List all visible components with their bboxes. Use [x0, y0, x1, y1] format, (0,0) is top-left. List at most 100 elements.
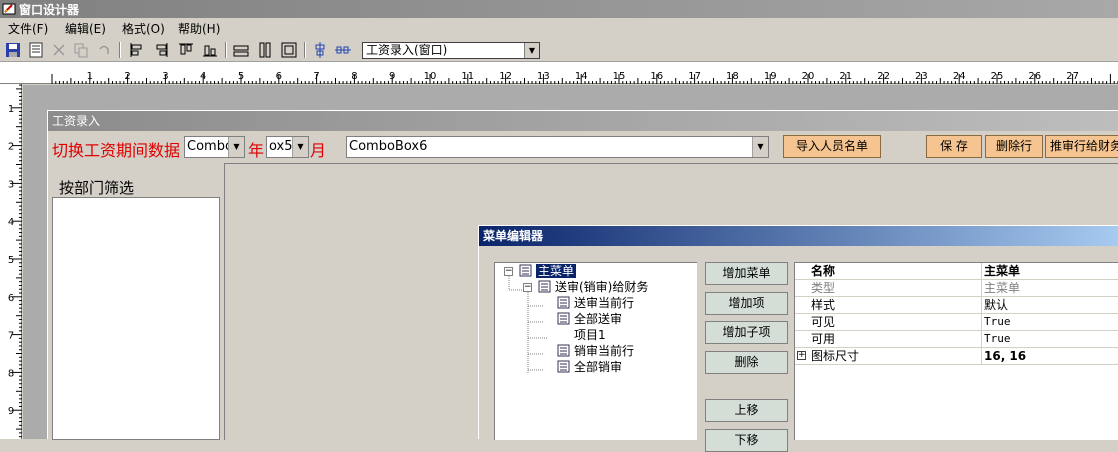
add-menu-button[interactable]: 增加菜单 — [705, 262, 788, 285]
menu-format[interactable]: 格式(O) — [120, 20, 167, 37]
ruler-label: 25 — [991, 71, 1004, 82]
chevron-down-icon[interactable]: ▼ — [752, 137, 768, 157]
tree-collapse-icon[interactable]: − — [523, 283, 532, 292]
tree-node[interactable]: 销审当前行 — [557, 343, 634, 359]
align-left-icon[interactable] — [128, 41, 146, 59]
property-row[interactable]: 样式 默认 — [795, 297, 1118, 314]
property-key: 样式 — [811, 298, 836, 312]
align-top-icon[interactable] — [177, 41, 195, 59]
cut-icon[interactable] — [50, 41, 68, 59]
property-value: True — [984, 332, 1011, 345]
menu-help[interactable]: 帮助(H) — [176, 20, 222, 37]
ruler-label: 8 — [351, 71, 357, 82]
property-divider — [981, 263, 982, 280]
delete-button[interactable]: 删除 — [705, 351, 788, 374]
property-divider — [981, 314, 982, 331]
tree-node[interactable]: 全部送审 — [557, 311, 622, 327]
property-row[interactable]: 类型 主菜单 — [795, 280, 1118, 297]
property-row[interactable]: + 图标尺寸 16, 16 — [795, 348, 1118, 365]
ruler-label: 3 — [8, 179, 14, 190]
expand-icon[interactable]: + — [797, 351, 806, 360]
tree-node[interactable]: 项目1 — [574, 327, 606, 343]
ruler-label: 26 — [1028, 71, 1041, 82]
toolbar-separator — [304, 42, 306, 58]
same-size-icon[interactable] — [280, 41, 298, 59]
menu-tree[interactable]: − − 主菜单 送审(销审)给财务 送审当前行 全部送审 项目1 销审当前行 全… — [494, 262, 697, 440]
ruler-label: 20 — [802, 71, 815, 82]
align-bottom-icon[interactable] — [201, 41, 219, 59]
copy-icon[interactable] — [72, 41, 90, 59]
window-select-value: 工资录入(窗口) — [366, 43, 448, 57]
ruler-label: 9 — [8, 406, 14, 417]
save-button[interactable]: 保 存 — [926, 135, 982, 158]
ruler-label: 2 — [124, 71, 130, 82]
chevron-down-icon[interactable]: ▼ — [228, 137, 244, 157]
menubar: 文件(F) 编辑(E) 格式(O) 帮助(H) — [0, 18, 1118, 38]
push-to-finance-button[interactable]: 推审行给财务 — [1045, 135, 1118, 158]
ruler-label: 3 — [162, 71, 168, 82]
month-combo[interactable]: ox5 ▼ — [266, 136, 309, 158]
menu-file[interactable]: 文件(F) — [6, 20, 50, 37]
property-value: 主菜单 — [984, 264, 1021, 278]
center-horizontal-icon[interactable] — [334, 41, 352, 59]
property-key: 名称 — [811, 264, 836, 278]
ruler-label: 23 — [915, 71, 928, 82]
year-combo-value: Combo — [187, 139, 233, 154]
property-grid[interactable]: 名称 主菜单 类型 主菜单 样式 默认 可见 True 可用 True + 图标… — [794, 262, 1118, 440]
department-filter-panel: 按部门筛选 — [52, 171, 220, 440]
tree-collapse-icon[interactable]: − — [504, 267, 513, 276]
property-key: 可用 — [811, 332, 836, 346]
form-title: 工资录入 — [48, 111, 1118, 131]
same-width-icon[interactable] — [232, 41, 250, 59]
month-combo-value: ox5 — [269, 139, 293, 154]
app-title-bar: 窗口设计器 — [0, 0, 1118, 18]
vertical-ruler: 1 2 3 4 5 6 7 8 9 — [0, 84, 22, 439]
ruler-label: 16 — [650, 71, 663, 82]
move-down-button[interactable]: 下移 — [705, 429, 788, 452]
ruler-label: 8 — [8, 368, 14, 379]
move-up-button[interactable]: 上移 — [705, 399, 788, 422]
ruler-label: 5 — [8, 255, 14, 266]
tree-node[interactable]: 全部销审 — [557, 359, 622, 375]
tree-node[interactable]: 送审(销审)给财务 — [538, 279, 648, 295]
combobox6[interactable]: ComboBox6 ▼ — [346, 136, 769, 158]
year-combo[interactable]: Combo ▼ — [184, 136, 245, 158]
app-title: 窗口设计器 — [19, 3, 80, 17]
ruler-label: 1 — [87, 71, 93, 82]
add-subitem-button[interactable]: 增加子项 — [705, 321, 788, 344]
department-list[interactable] — [52, 197, 220, 440]
month-label: 月 — [310, 141, 327, 160]
property-key: 图标尺寸 — [811, 349, 860, 363]
save-icon[interactable] — [4, 41, 22, 59]
property-row[interactable]: 可见 True — [795, 314, 1118, 331]
property-row[interactable]: 名称 主菜单 — [795, 263, 1118, 280]
add-item-button[interactable]: 增加项 — [705, 292, 788, 315]
property-divider — [981, 331, 982, 348]
tree-node[interactable]: 主菜单 — [519, 263, 577, 279]
ruler-label: 19 — [764, 71, 777, 82]
ruler-label: 2 — [8, 142, 14, 153]
undo-icon[interactable] — [95, 41, 113, 59]
menu-item-icon — [557, 312, 570, 325]
save-all-icon[interactable] — [27, 41, 45, 59]
center-vertical-icon[interactable] — [311, 41, 329, 59]
menu-edit[interactable]: 编辑(E) — [63, 20, 108, 37]
same-height-icon[interactable] — [256, 41, 274, 59]
ruler-label: 14 — [575, 71, 588, 82]
delete-row-button[interactable]: 删除行 — [985, 135, 1043, 158]
tree-node-label: 送审(销审)给财务 — [555, 280, 649, 294]
property-value: True — [984, 315, 1011, 328]
ruler-label: 15 — [613, 71, 626, 82]
property-key: 类型 — [811, 281, 836, 295]
import-staff-button[interactable]: 导入人员名单 — [783, 135, 881, 158]
toolbar-separator — [119, 42, 121, 58]
align-right-icon[interactable] — [152, 41, 170, 59]
tree-node-label: 全部送审 — [574, 312, 623, 326]
window-select-dropdown[interactable]: 工资录入(窗口) ▼ — [362, 42, 540, 59]
tree-node[interactable]: 送审当前行 — [557, 295, 634, 311]
ruler-label: 27 — [1066, 71, 1079, 82]
ruler-label: 1 — [8, 104, 14, 115]
property-row[interactable]: 可用 True — [795, 331, 1118, 348]
chevron-down-icon[interactable]: ▼ — [292, 137, 308, 157]
chevron-down-icon[interactable]: ▼ — [524, 43, 539, 58]
